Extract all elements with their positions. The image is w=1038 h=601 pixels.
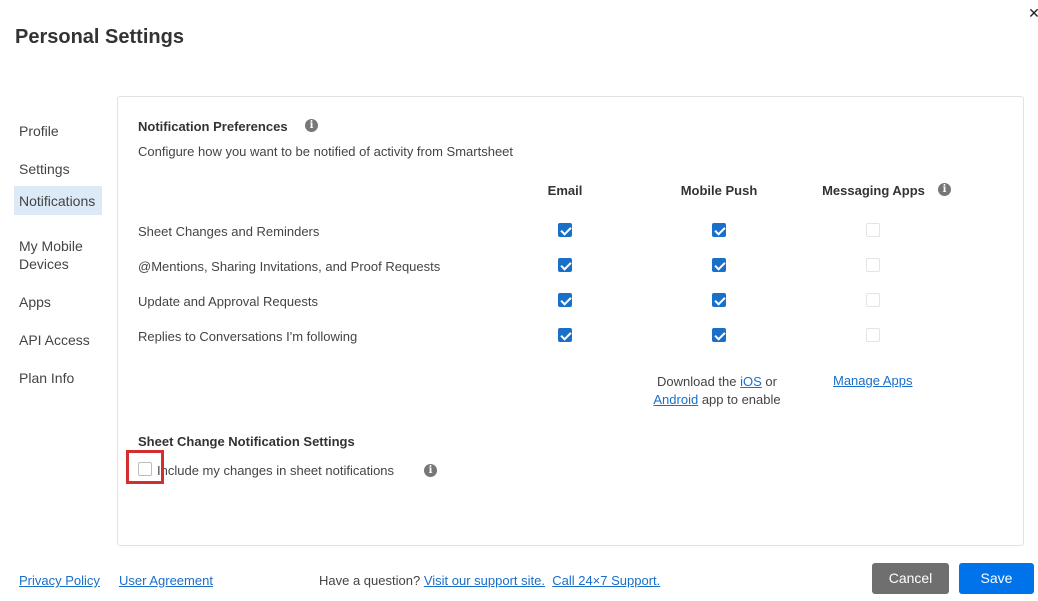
- messaging-checkbox-update-approval: [866, 293, 880, 307]
- messaging-checkbox-replies: [866, 328, 880, 342]
- include-my-changes-label[interactable]: Include my changes in sheet notification…: [157, 463, 394, 478]
- include-changes-info-icon[interactable]: i: [424, 464, 437, 477]
- android-link[interactable]: Android: [653, 392, 698, 407]
- push-checkbox-replies[interactable]: [712, 328, 726, 342]
- row-label-sheet-changes: Sheet Changes and Reminders: [138, 224, 320, 239]
- cancel-button[interactable]: Cancel: [872, 563, 949, 594]
- download-suffix: app to enable: [701, 392, 781, 407]
- row-label-mentions: @Mentions, Sharing Invitations, and Proo…: [138, 259, 441, 274]
- notification-preferences-title: Notification Preferences: [138, 119, 288, 134]
- support-site-link[interactable]: Visit our support site.: [424, 573, 545, 588]
- column-email: Email: [547, 183, 583, 198]
- call-support-link[interactable]: Call 24×7 Support.: [552, 573, 660, 588]
- email-checkbox-update-approval[interactable]: [558, 293, 572, 307]
- sidebar-item-apps[interactable]: Apps: [14, 287, 102, 317]
- user-agreement-link[interactable]: User Agreement: [119, 573, 213, 588]
- push-checkbox-mentions[interactable]: [712, 258, 726, 272]
- support-question: Have a question?: [319, 573, 421, 588]
- email-checkbox-mentions[interactable]: [558, 258, 572, 272]
- email-checkbox-sheet-changes[interactable]: [558, 223, 572, 237]
- privacy-policy-link[interactable]: Privacy Policy: [19, 573, 100, 588]
- push-checkbox-sheet-changes[interactable]: [712, 223, 726, 237]
- column-messaging-apps: Messaging Apps: [822, 183, 925, 198]
- messaging-checkbox-mentions: [866, 258, 880, 272]
- download-app-text: Download the iOS or Android app to enabl…: [640, 373, 794, 409]
- notification-preferences-subtitle: Configure how you want to be notified of…: [138, 144, 514, 159]
- page-title: Personal Settings: [15, 26, 184, 48]
- column-mobile-push: Mobile Push: [680, 183, 758, 198]
- manage-apps-link[interactable]: Manage Apps: [833, 373, 913, 388]
- sheet-change-title: Sheet Change Notification Settings: [138, 434, 355, 449]
- messaging-apps-info-icon[interactable]: i: [938, 183, 951, 196]
- sidebar-item-settings[interactable]: Settings: [14, 154, 102, 184]
- row-label-replies: Replies to Conversations I'm following: [138, 329, 358, 344]
- support-text: Have a question? Visit our support site.…: [319, 573, 660, 588]
- sidebar-item-my-mobile-devices[interactable]: My Mobile Devices: [14, 231, 102, 279]
- sidebar-item-api-access[interactable]: API Access: [14, 325, 102, 355]
- sidebar-item-plan-info[interactable]: Plan Info: [14, 363, 102, 393]
- info-icon[interactable]: i: [305, 119, 318, 132]
- notification-settings-panel: [117, 96, 1024, 546]
- download-prefix: Download the: [657, 374, 737, 389]
- notification-preferences-label: Notification Preferences: [138, 119, 288, 134]
- push-checkbox-update-approval[interactable]: [712, 293, 726, 307]
- ios-link[interactable]: iOS: [740, 374, 762, 389]
- messaging-checkbox-sheet-changes: [866, 223, 880, 237]
- sidebar-item-profile[interactable]: Profile: [14, 116, 102, 146]
- close-icon[interactable]: ✕: [1026, 5, 1038, 21]
- email-checkbox-replies[interactable]: [558, 328, 572, 342]
- highlight-box: [126, 450, 164, 484]
- download-or: or: [765, 374, 777, 389]
- sidebar-item-notifications[interactable]: Notifications: [14, 186, 102, 215]
- save-button[interactable]: Save: [959, 563, 1034, 594]
- row-label-update-approval: Update and Approval Requests: [138, 294, 318, 309]
